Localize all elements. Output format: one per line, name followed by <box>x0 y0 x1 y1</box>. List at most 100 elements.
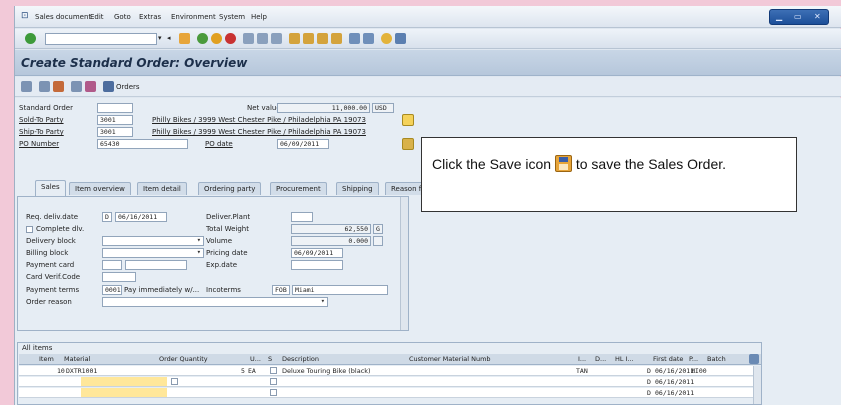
col-status[interactable]: S <box>268 355 272 363</box>
req-deliv-date-field[interactable]: 06/16/2011 <box>115 212 167 222</box>
po-date-label[interactable]: PO date <box>205 140 233 148</box>
sales-panel-scrollbar[interactable] <box>400 197 408 330</box>
display-item-icon[interactable] <box>39 81 50 92</box>
command-dropdown-icon[interactable]: ▾ <box>158 34 162 42</box>
shortcut-icon[interactable] <box>363 33 374 44</box>
tab-item-overview[interactable]: Item overview <box>69 182 131 195</box>
tab-shipping[interactable]: Shipping <box>336 182 379 195</box>
tab-ordering-party[interactable]: Ordering party <box>198 182 262 195</box>
payment-terms-code-field[interactable]: 0001 <box>102 285 122 295</box>
row-date-type[interactable]: D <box>647 378 651 386</box>
row-status-checkbox[interactable] <box>270 367 277 374</box>
standard-order-field[interactable] <box>97 103 133 113</box>
row-item-category[interactable]: TAN <box>576 367 588 375</box>
items-table-scrollbar[interactable] <box>753 366 761 404</box>
restore-icon[interactable]: ▭ <box>794 12 802 21</box>
col-unit[interactable]: U... <box>250 355 261 363</box>
menu-help[interactable]: Help <box>251 13 267 21</box>
row-first-date[interactable]: 06/16/2011 <box>655 367 694 375</box>
close-icon[interactable]: ✕ <box>814 12 821 21</box>
col-date-type[interactable]: D... <box>595 355 606 363</box>
find-icon[interactable] <box>257 33 268 44</box>
table-settings-icon[interactable] <box>749 354 759 364</box>
table-row[interactable]: D 06/16/2011 <box>19 388 761 398</box>
next-page-icon[interactable] <box>317 33 328 44</box>
col-plant[interactable]: P... <box>689 355 698 363</box>
row-material[interactable]: DXTR1001 <box>66 367 97 375</box>
tab-procurement[interactable]: Procurement <box>270 182 327 195</box>
menu-system[interactable]: System <box>219 13 245 21</box>
back-icon[interactable] <box>197 33 208 44</box>
find-next-icon[interactable] <box>271 33 282 44</box>
ship-to-address[interactable]: Philly Bikes / 3999 West Chester Pike / … <box>152 128 366 136</box>
minimize-icon[interactable]: ▁ <box>776 12 782 21</box>
row-quantity[interactable]: 5 <box>241 367 245 375</box>
row-plant[interactable]: MI00 <box>691 367 707 375</box>
layout-menu-icon[interactable] <box>395 33 406 44</box>
pricing-date-field[interactable]: 06/09/2011 <box>291 248 343 258</box>
cancel-icon[interactable] <box>225 33 236 44</box>
display-fast-change-icon[interactable] <box>53 81 64 92</box>
col-item-category[interactable]: I... <box>578 355 586 363</box>
back-arrow-icon[interactable]: ◂ <box>167 34 171 42</box>
menu-goto[interactable]: Goto <box>114 13 131 21</box>
help-icon[interactable] <box>381 33 392 44</box>
col-first-date[interactable]: First date <box>653 355 683 363</box>
order-reason-select[interactable] <box>102 297 328 307</box>
po-number-label[interactable]: PO Number <box>19 140 59 148</box>
row-status-checkbox[interactable] <box>270 378 277 385</box>
delivery-block-select[interactable] <box>102 236 204 246</box>
row-quantity-cursor-box[interactable] <box>171 378 178 385</box>
sold-to-party-label[interactable]: Sold-To Party <box>19 116 64 124</box>
row-date-type[interactable]: D <box>647 389 651 397</box>
menu-sales-document[interactable]: Sales document <box>35 13 91 21</box>
col-order-quantity[interactable]: Order Quantity <box>159 355 208 363</box>
po-details-icon[interactable] <box>402 138 414 150</box>
col-material[interactable]: Material <box>64 355 90 363</box>
save-icon[interactable] <box>179 33 190 44</box>
payment-card-type-field[interactable] <box>102 260 122 270</box>
menu-environment[interactable]: Environment <box>171 13 216 21</box>
row-first-date[interactable]: 06/16/2011 <box>655 389 694 397</box>
last-page-icon[interactable] <box>331 33 342 44</box>
col-item[interactable]: Item <box>39 355 54 363</box>
enter-icon[interactable] <box>25 33 36 44</box>
menu-extras[interactable]: Extras <box>139 13 161 21</box>
orders-button[interactable]: Orders <box>116 83 140 91</box>
incoterms-place-field[interactable]: Miami <box>292 285 388 295</box>
table-row[interactable]: D 06/16/2011 <box>19 377 761 387</box>
print-icon[interactable] <box>243 33 254 44</box>
deliver-plant-field[interactable] <box>291 212 313 222</box>
sold-to-address[interactable]: Philly Bikes / 3999 West Chester Pike / … <box>152 116 366 124</box>
new-session-icon[interactable] <box>349 33 360 44</box>
col-higher-level-item[interactable]: HL I... <box>615 355 634 363</box>
po-number-field[interactable]: 65430 <box>97 139 188 149</box>
tab-sales[interactable]: Sales <box>35 180 66 196</box>
row-date-type[interactable]: D <box>647 367 651 375</box>
menu-edit[interactable]: Edit <box>90 13 104 21</box>
tab-item-detail[interactable]: Item detail <box>137 182 187 195</box>
col-customer-material[interactable]: Customer Material Numb <box>409 355 491 363</box>
table-row[interactable]: 10 DXTR1001 5 EA Deluxe Touring Bike (bl… <box>19 366 761 376</box>
incoterms-code-field[interactable]: FOB <box>272 285 290 295</box>
orders-icon[interactable] <box>103 81 114 92</box>
exp-date-field[interactable] <box>291 260 343 270</box>
col-description[interactable]: Description <box>282 355 319 363</box>
po-date-field[interactable]: 06/09/2011 <box>277 139 329 149</box>
billing-block-select[interactable] <box>102 248 204 258</box>
row-status-checkbox[interactable] <box>270 389 277 396</box>
row-material-input[interactable] <box>81 388 167 397</box>
card-verif-code-field[interactable] <box>102 272 136 282</box>
req-deliv-date-type-field[interactable]: D <box>102 212 112 222</box>
command-field[interactable] <box>45 33 157 45</box>
sold-to-party-field[interactable]: 3001 <box>97 115 133 125</box>
complete-delivery-checkbox[interactable] <box>26 226 33 233</box>
row-material-input[interactable] <box>81 377 167 386</box>
exit-icon[interactable] <box>211 33 222 44</box>
document-flow-icon[interactable] <box>402 114 414 126</box>
payment-card-field[interactable] <box>125 260 187 270</box>
display-header-icon[interactable] <box>21 81 32 92</box>
ship-to-party-field[interactable]: 3001 <box>97 127 133 137</box>
previous-page-icon[interactable] <box>303 33 314 44</box>
partner-icon[interactable] <box>71 81 82 92</box>
